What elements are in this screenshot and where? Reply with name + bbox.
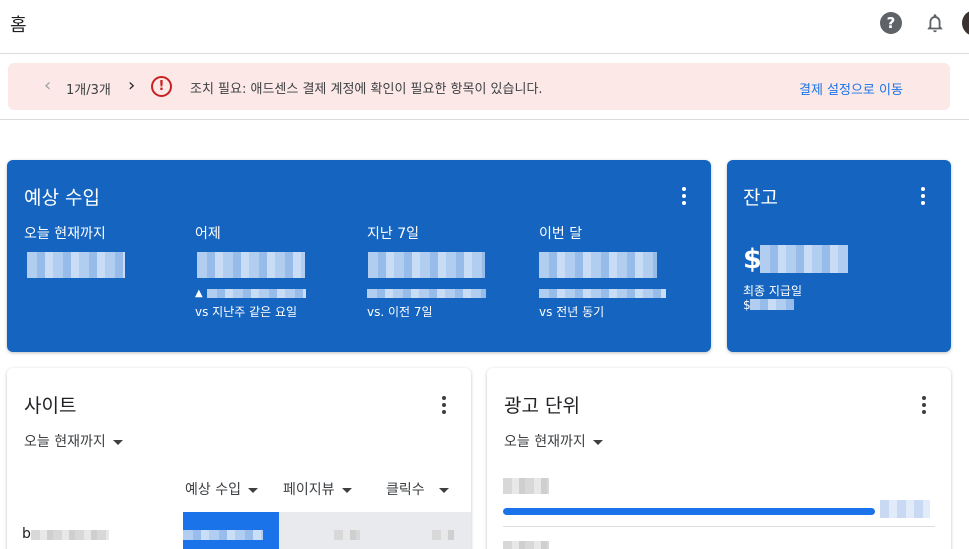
change-up-arrow-icon: ▲ (195, 288, 203, 299)
alert-counter: 1개/3개 (66, 83, 111, 98)
metric-label-this-month: 이번 달 (539, 226, 583, 242)
alert-message: 조치 필요: 애드센스 결제 계정에 확인이 필요한 항목이 있습니다. (190, 82, 543, 97)
metric-value-yesterday (197, 252, 305, 278)
metric-comparison-last-7-days: vs. 이전 7일 (367, 305, 433, 319)
sort-caret-icon (438, 487, 449, 493)
sites-column-clicks[interactable]: 클릭수 (386, 479, 449, 499)
sites-date-range-label: 오늘 현재까지 (24, 434, 106, 450)
metric-value-today (27, 252, 125, 278)
balance-currency: $ (743, 244, 762, 275)
alert-next-chevron-icon[interactable]: › (128, 75, 135, 96)
ad-unit-value (880, 500, 930, 518)
sites-card-title: 사이트 (24, 395, 77, 417)
last-payment-label: 최종 지급일 (743, 284, 803, 298)
page-title: 홈 (10, 15, 27, 36)
sites-column-pageviews[interactable]: 페이지뷰 (283, 479, 352, 499)
sites-column-estimated-earnings[interactable]: 예상 수입 (185, 479, 258, 499)
header-divider (0, 119, 969, 120)
metric-change-last-7-days (367, 289, 486, 298)
ad-unit-divider (503, 526, 935, 527)
site-name-value (31, 530, 109, 540)
go-to-payment-settings-link[interactable]: 결제 설정으로 이동 (799, 79, 903, 98)
earnings-more-menu-icon[interactable] (681, 187, 687, 207)
site-earnings-value (183, 530, 263, 540)
sort-caret-icon (341, 487, 352, 493)
sites-more-menu-icon[interactable] (441, 396, 447, 416)
metric-value-this-month (539, 252, 657, 278)
top-bar: 홈 ? (0, 0, 969, 54)
balance-card-title: 잔고 (743, 187, 778, 209)
metric-change-yesterday (207, 289, 306, 298)
balance-more-menu-icon[interactable] (920, 187, 926, 207)
help-icon[interactable]: ? (880, 12, 902, 34)
metric-comparison-yesterday: vs 지난주 같은 요일 (195, 305, 298, 319)
earnings-card-title: 예상 수입 (24, 187, 100, 209)
sort-caret-icon (247, 487, 258, 493)
user-avatar[interactable] (962, 10, 969, 36)
metric-label-last-7-days: 지난 7일 (367, 226, 419, 242)
metric-comparison-this-month: vs 전년 동기 (539, 305, 605, 319)
caret-down-icon (592, 439, 603, 445)
metric-value-last-7-days (368, 252, 485, 278)
error-icon: ! (151, 76, 172, 97)
metric-change-this-month (539, 289, 666, 298)
ad-units-card-title: 광고 단위 (504, 395, 580, 417)
ad-units-card: 광고 단위 (487, 368, 951, 549)
metric-label-today: 오늘 현재까지 (24, 226, 106, 242)
site-name-prefix: b (22, 526, 31, 542)
ad-units-date-range-dropdown[interactable]: 오늘 현재까지 (504, 431, 603, 451)
caret-down-icon (112, 439, 123, 445)
ad-unit-name (503, 478, 549, 494)
ad-unit-name-second (503, 541, 549, 549)
metric-label-yesterday: 어제 (195, 226, 221, 242)
sites-date-range-dropdown[interactable]: 오늘 현재까지 (24, 431, 123, 451)
site-pageviews-value (334, 530, 360, 540)
action-required-alert: ‹ 1개/3개 › ! 조치 필요: 애드센스 결제 계정에 확인이 필요한 항… (8, 63, 950, 110)
ad-units-date-range-label: 오늘 현재까지 (504, 434, 586, 450)
ad-units-more-menu-icon[interactable] (921, 396, 927, 416)
ad-unit-progress-bar (503, 508, 875, 515)
alert-prev-chevron-icon[interactable]: ‹ (44, 75, 51, 96)
last-payment-value (750, 299, 794, 310)
site-clicks-value (432, 530, 454, 540)
notifications-bell-icon[interactable] (924, 11, 946, 35)
estimated-earnings-card: 예상 수입 오늘 현재까지 어제 ▲ vs 지난주 같은 요일 지난 7일 vs… (7, 160, 711, 352)
balance-value (760, 245, 848, 273)
